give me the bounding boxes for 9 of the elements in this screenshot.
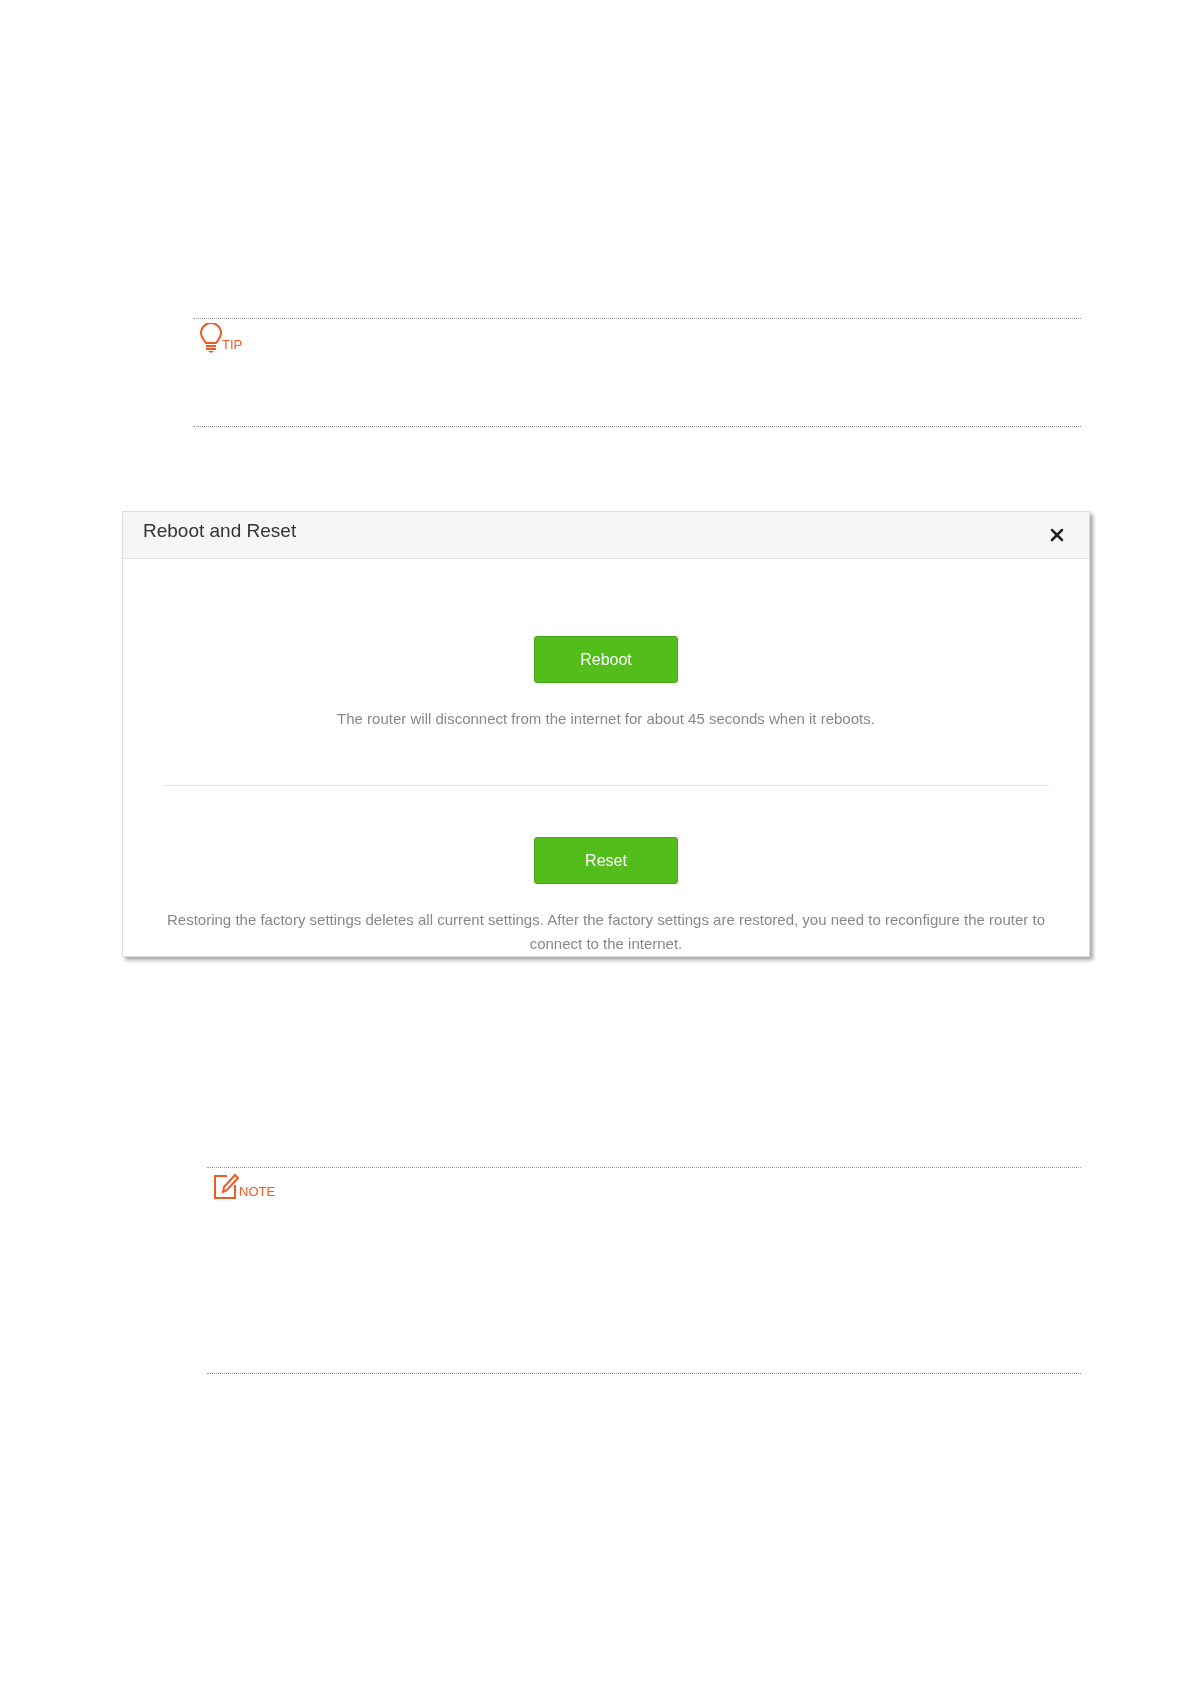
- reset-button[interactable]: Reset: [534, 837, 678, 884]
- lightbulb-icon: [200, 323, 222, 353]
- description-text: Restoring the factory settings deletes all current settings. After the factory settings are restored, you need to reconfigure the router to connect to the internet.: [166, 910, 1046, 954]
- dialog-title: Reboot and Reset: [143, 520, 297, 542]
- description-text: The router will disconnect from the internet for about 45 seconds when it reboots.: [337, 709, 875, 729]
- edit-icon: [213, 1172, 239, 1200]
- reboot-button[interactable]: Reboot: [534, 636, 678, 683]
- callout-label: TIP: [222, 338, 243, 351]
- callout-label: NOTE: [239, 1185, 276, 1198]
